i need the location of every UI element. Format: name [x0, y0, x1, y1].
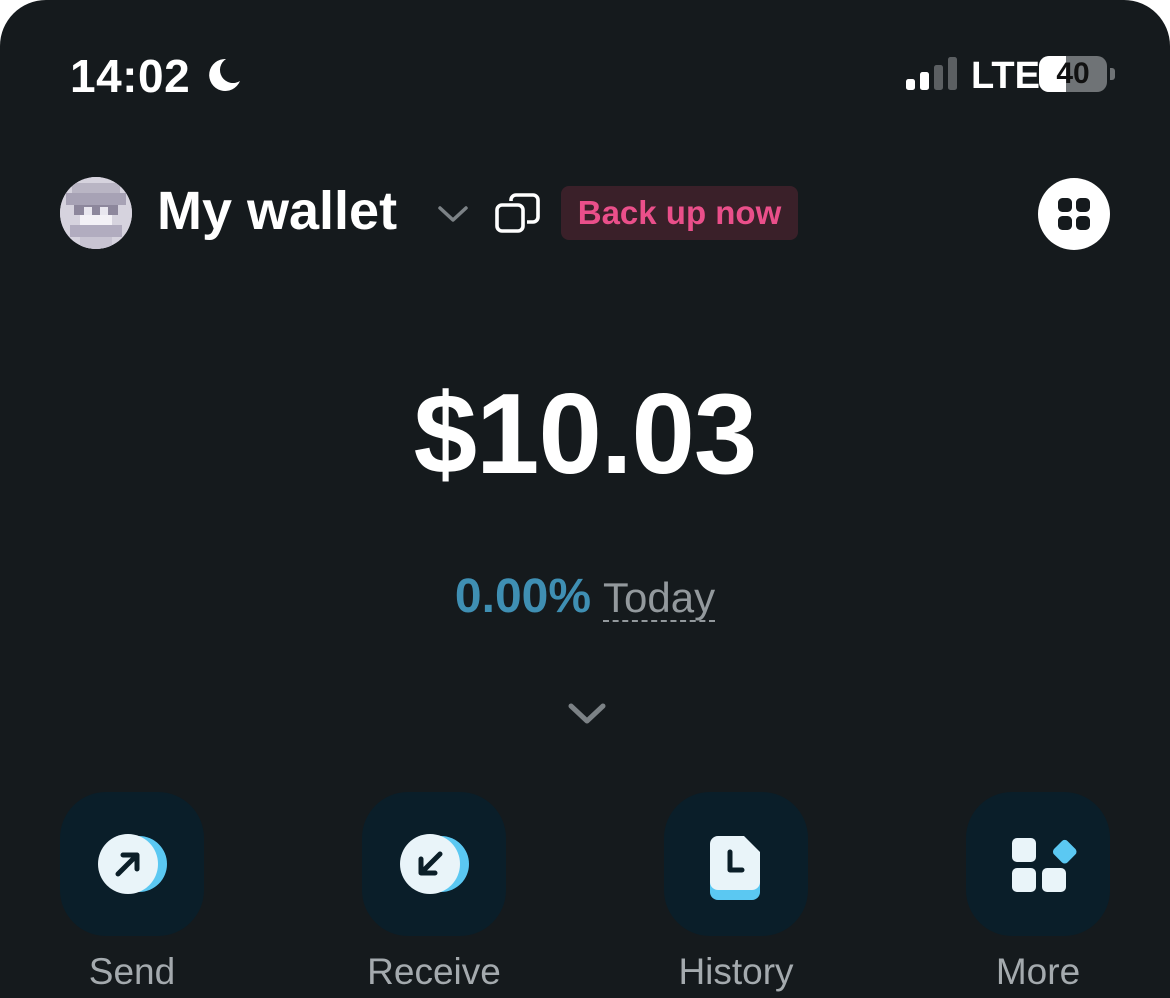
send-arrow-icon: [98, 834, 167, 894]
send-label: Send: [88, 951, 176, 992]
moon-icon: [209, 58, 240, 91]
chevron-down-icon[interactable]: [566, 700, 608, 728]
history-tile: [664, 792, 808, 936]
send-button[interactable]: Send: [1, 792, 261, 998]
history-label: History: [678, 951, 794, 992]
battery-level: 40: [1056, 57, 1090, 90]
cellular-signal-icon: [906, 57, 957, 90]
wallet-name[interactable]: My wallet: [157, 180, 397, 242]
more-tile: [966, 792, 1110, 936]
status-time: 14:02: [70, 50, 191, 102]
change-period-selector[interactable]: Today: [603, 576, 716, 622]
backup-now-button[interactable]: Back up now: [561, 186, 798, 240]
apps-grid-button[interactable]: [1038, 178, 1110, 250]
network-type: LTE: [971, 55, 1040, 97]
more-label: More: [995, 951, 1081, 992]
change-percent: 0.00%: [454, 570, 592, 623]
copy-icon[interactable]: [494, 191, 544, 237]
wallet-avatar[interactable]: [60, 177, 132, 249]
balance-change: 0.00% Today: [0, 567, 1170, 638]
balance-amount: $10.03: [413, 371, 758, 498]
battery-indicator: 40: [1039, 56, 1107, 92]
battery-cap: [1110, 68, 1115, 80]
receive-tile: [362, 792, 506, 936]
receive-arrow-icon: [400, 834, 469, 894]
pixel-avatar-icon: [60, 177, 132, 249]
send-tile: [60, 792, 204, 936]
more-button[interactable]: More: [907, 792, 1167, 998]
history-icon: [710, 836, 760, 900]
history-button[interactable]: History: [605, 792, 865, 998]
wallet-screen: 14:02 LTE 40 My wallet Back up now $10.0…: [0, 0, 1170, 998]
chevron-down-icon[interactable]: [436, 200, 470, 226]
receive-button[interactable]: Receive: [303, 792, 563, 998]
receive-label: Receive: [367, 951, 501, 992]
more-apps-icon: [1012, 838, 1077, 892]
grid-icon: [1058, 198, 1090, 230]
